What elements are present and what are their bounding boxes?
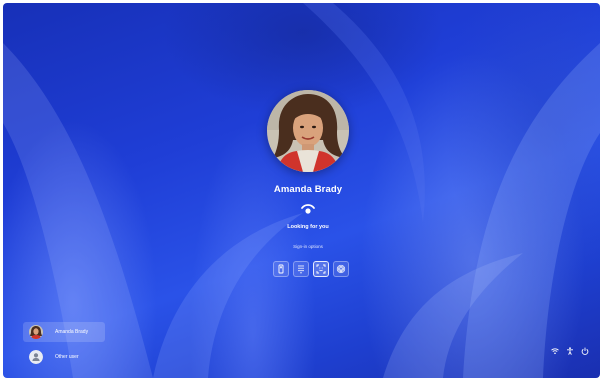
fingerprint-icon [336,264,346,274]
accessibility-icon[interactable] [566,347,574,355]
status-text: Looking for you [287,224,329,230]
wifi-icon[interactable] [551,347,559,355]
security-key-option[interactable] [273,261,289,277]
sign-in-options-link[interactable]: Sign-in options [243,244,373,249]
power-icon[interactable] [581,347,589,355]
user-row-label: Other user [55,354,79,360]
sign-in-options-row [273,261,349,277]
face-recognition-icon [316,264,326,274]
lock-screen: Amanda Brady Looking for you Sign-in opt… [3,3,600,378]
user-row-label: Amanda Brady [55,329,89,335]
user-avatar-small [29,325,43,339]
user-avatar [267,90,349,172]
system-tray [551,347,589,355]
user-name: Amanda Brady [273,184,343,195]
pin-keypad-icon [298,265,304,274]
fingerprint-option[interactable] [333,261,349,277]
security-key-icon [278,264,284,274]
user-row-amanda-brady[interactable]: Amanda Brady [23,322,105,342]
pin-option[interactable] [293,261,309,277]
user-row-other-user[interactable]: Other user [23,347,105,367]
face-recognition-status-icon [300,202,316,216]
generic-person-icon [29,350,43,364]
user-switcher: Amanda Brady Other user [23,322,105,372]
face-recognition-option[interactable] [313,261,329,277]
